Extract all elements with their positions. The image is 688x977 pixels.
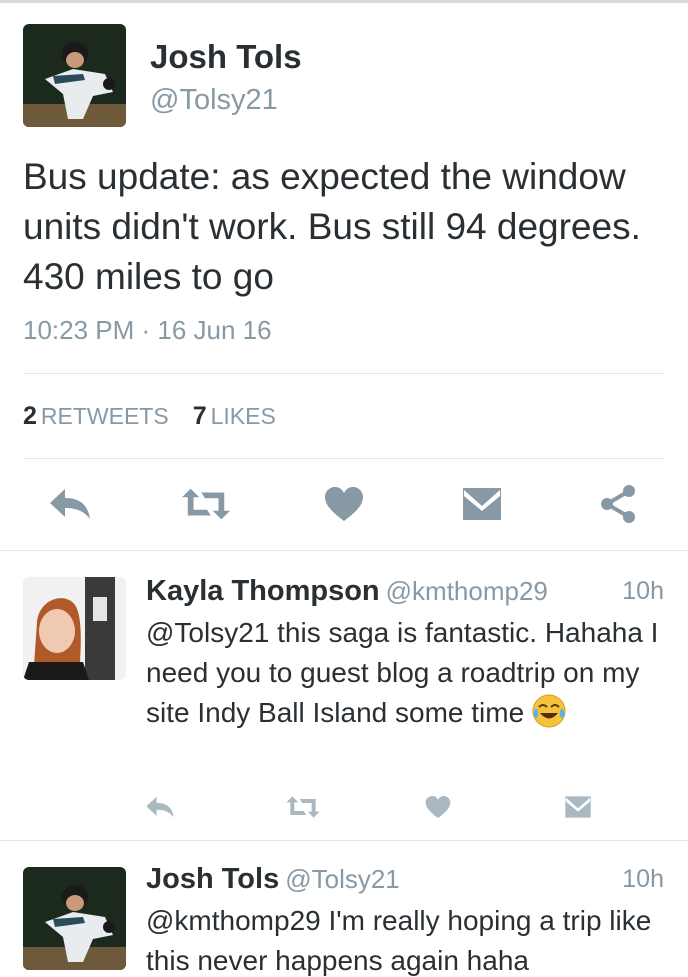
main-tweet: Josh Tols @Tolsy21 Bus update: as expect… bbox=[0, 0, 688, 552]
author-handle[interactable]: @Tolsy21 bbox=[285, 864, 400, 894]
retweet-icon[interactable] bbox=[279, 789, 327, 825]
author-name[interactable]: Josh Tols bbox=[150, 38, 302, 76]
retweets-stat[interactable]: 2 RETWEETS bbox=[23, 402, 169, 431]
likes-stat[interactable]: 7 LIKES bbox=[193, 402, 276, 431]
tweet-timestamp: 10:23 PM · 16 Jun 16 bbox=[23, 315, 272, 345]
retweets-count: 2 bbox=[23, 402, 37, 430]
retweet-icon[interactable] bbox=[182, 482, 230, 526]
face-with-tears-of-joy-icon bbox=[532, 694, 566, 728]
reply-time: 10h bbox=[622, 577, 664, 605]
avatar[interactable] bbox=[23, 24, 126, 127]
heart-icon[interactable] bbox=[320, 482, 368, 526]
divider bbox=[23, 458, 665, 459]
author-name[interactable]: Kayla Thompson bbox=[146, 575, 380, 607]
reply-actions bbox=[0, 789, 688, 825]
author-handle[interactable]: @kmthomp29 bbox=[386, 576, 548, 606]
reply-tweet[interactable]: Kayla Thompson @kmthomp29 10h @Tolsy21 th… bbox=[0, 551, 688, 840]
reply-text: @kmthomp29 I'm really hoping a trip like… bbox=[146, 905, 652, 976]
avatar[interactable] bbox=[23, 867, 126, 970]
author-handle[interactable]: @Tolsy21 bbox=[150, 84, 278, 117]
reply-text: @Tolsy21 this saga is fantastic. Hahaha … bbox=[146, 613, 666, 733]
reply-header: Kayla Thompson @kmthomp29 bbox=[146, 575, 668, 608]
tweet-stats: 2 RETWEETS 7 LIKES bbox=[23, 402, 276, 431]
author-name[interactable]: Josh Tols bbox=[146, 863, 279, 895]
message-icon[interactable] bbox=[554, 789, 602, 825]
message-icon[interactable] bbox=[458, 482, 506, 526]
reply-text-content: @Tolsy21 this saga is fantastic. Hahaha … bbox=[146, 617, 659, 728]
divider bbox=[23, 373, 665, 374]
likes-count: 7 bbox=[192, 402, 207, 430]
avatar[interactable] bbox=[23, 577, 126, 680]
heart-icon[interactable] bbox=[414, 789, 462, 825]
share-icon[interactable] bbox=[594, 482, 642, 526]
reply-icon[interactable] bbox=[136, 789, 184, 825]
reply-tweet[interactable]: Josh Tols @Tolsy21 10h @kmthomp29 I'm rea… bbox=[0, 841, 688, 977]
reply-header: Josh Tols @Tolsy21 bbox=[146, 863, 668, 896]
retweets-label: RETWEETS bbox=[40, 403, 169, 429]
reply-icon[interactable] bbox=[46, 482, 94, 526]
reply-time: 10h bbox=[622, 865, 664, 893]
tweet-actions bbox=[0, 482, 688, 530]
tweet-text: Bus update: as expected the window units… bbox=[23, 156, 641, 297]
likes-label: LIKES bbox=[210, 403, 276, 429]
